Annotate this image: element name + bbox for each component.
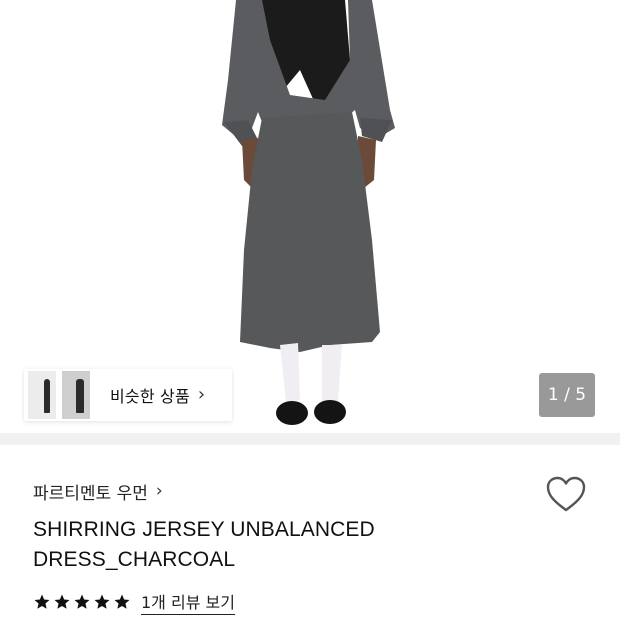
star-icon xyxy=(93,593,111,611)
similar-thumbnail xyxy=(28,371,56,419)
star-rating xyxy=(33,593,131,611)
star-icon xyxy=(73,593,91,611)
wishlist-button[interactable] xyxy=(546,476,586,514)
image-counter: 1 / 5 xyxy=(539,373,595,417)
product-info: 파르티멘토 우먼 › xyxy=(33,478,553,504)
rating-row: 1개 리뷰 보기 xyxy=(33,589,235,615)
product-title: SHIRRING JERSEY UNBALANCED DRESS_CHARCOA… xyxy=(33,515,513,575)
similar-products-button[interactable]: 비슷한 상품 › xyxy=(24,369,232,421)
product-title-line: SHIRRING JERSEY UNBALANCED xyxy=(33,518,375,541)
star-icon xyxy=(113,593,131,611)
chevron-right-icon: › xyxy=(197,384,206,405)
star-icon xyxy=(53,593,71,611)
similar-thumbnail xyxy=(62,371,90,419)
similar-products-label: 비슷한 상품 xyxy=(110,387,190,406)
heart-outline-icon xyxy=(546,476,586,512)
brand-link[interactable]: 파르티멘토 우먼 › xyxy=(33,478,553,504)
product-image-carousel[interactable]: 비슷한 상품 › 1 / 5 xyxy=(0,0,620,445)
star-icon xyxy=(33,593,51,611)
product-title-line: DRESS_CHARCOAL xyxy=(33,548,236,571)
review-link[interactable]: 1개 리뷰 보기 xyxy=(141,589,235,615)
chevron-right-icon: › xyxy=(155,481,163,501)
brand-name: 파르티멘토 우먼 xyxy=(33,483,148,504)
